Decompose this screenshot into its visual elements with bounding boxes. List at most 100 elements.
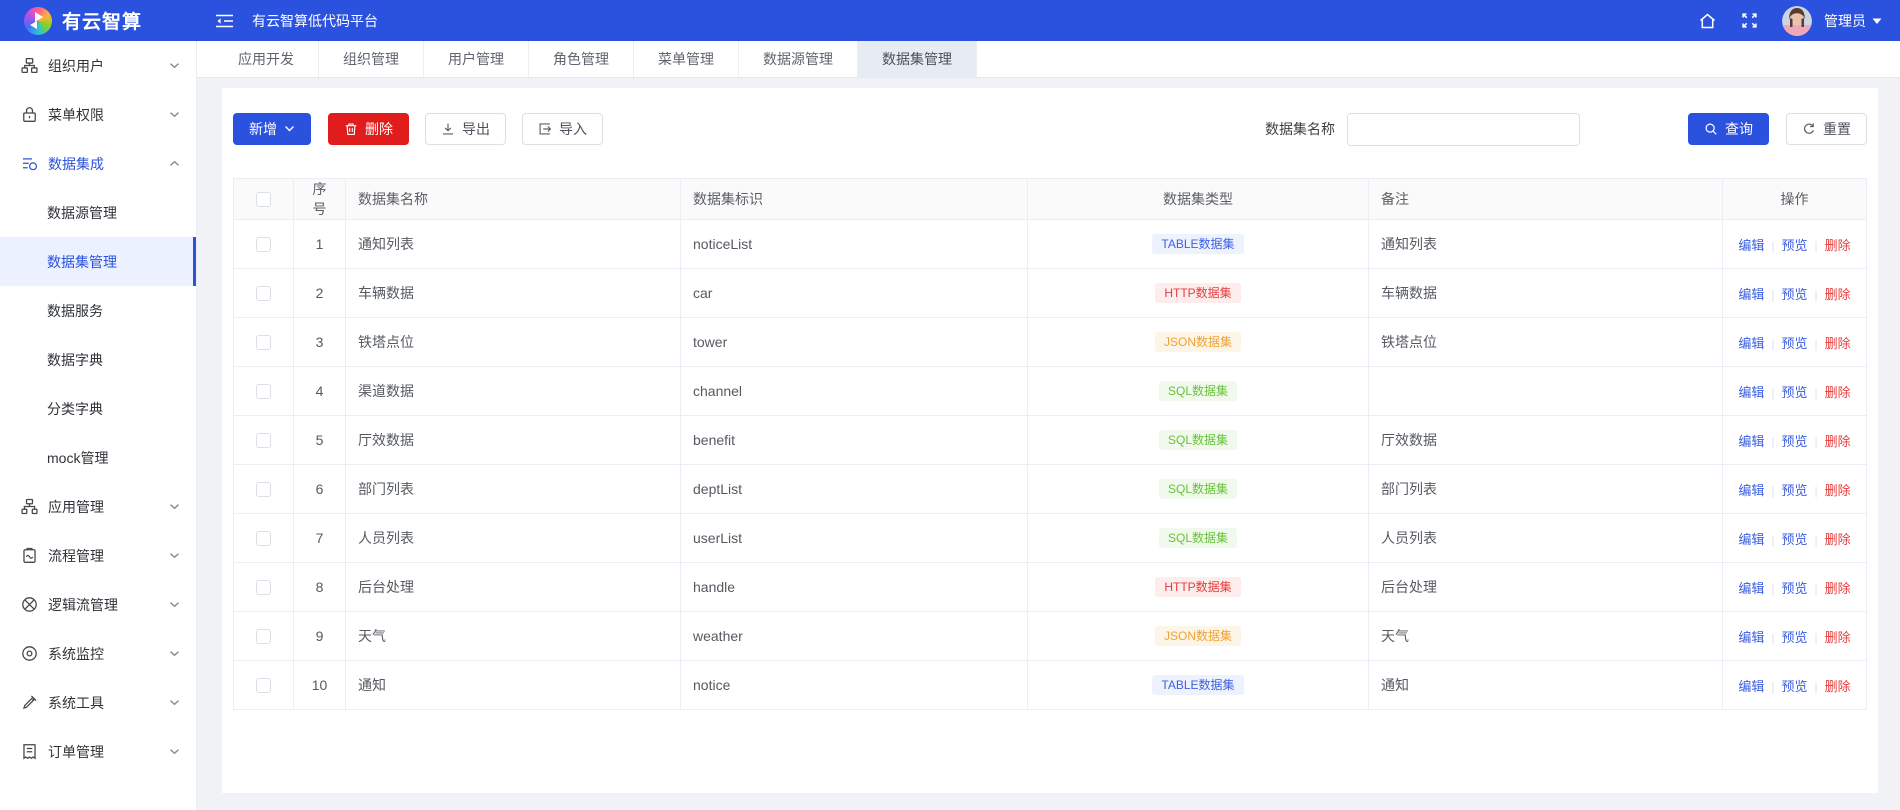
dataset-type-tag: SQL数据集 bbox=[1158, 381, 1237, 401]
delete-link[interactable]: 删除 bbox=[1825, 532, 1851, 547]
sidebar-subitem-分类字典[interactable]: 分类字典 bbox=[0, 384, 196, 433]
preview-link[interactable]: 预览 bbox=[1781, 336, 1807, 351]
tab-角色管理[interactable]: 角色管理 bbox=[529, 41, 634, 77]
preview-link[interactable]: 预览 bbox=[1781, 287, 1807, 302]
edit-link[interactable]: 编辑 bbox=[1738, 679, 1764, 694]
row-checkbox[interactable] bbox=[256, 237, 271, 253]
cell-dataset-name: 通知列表 bbox=[345, 219, 681, 269]
delete-link[interactable]: 删除 bbox=[1825, 287, 1851, 302]
delete-button-label: 删除 bbox=[365, 121, 393, 137]
app-logo-icon bbox=[24, 6, 52, 35]
sidebar-subitem-数据服务[interactable]: 数据服务 bbox=[0, 286, 196, 335]
user-avatar[interactable] bbox=[1782, 5, 1812, 36]
user-menu[interactable]: 管理员 bbox=[1824, 11, 1882, 31]
delete-link[interactable]: 删除 bbox=[1825, 483, 1851, 498]
sidebar-subitem-label: 分类字典 bbox=[47, 400, 103, 417]
preview-link[interactable]: 预览 bbox=[1781, 679, 1807, 694]
import-button[interactable]: 导入 bbox=[522, 113, 603, 145]
cell-remark: 厅效数据 bbox=[1368, 415, 1723, 465]
cell-dataset-name: 人员列表 bbox=[345, 513, 681, 563]
reset-button[interactable]: 重置 bbox=[1786, 113, 1867, 145]
delete-link[interactable]: 删除 bbox=[1825, 581, 1851, 596]
sidebar-item-订单管理[interactable]: 订单管理 bbox=[0, 727, 196, 776]
row-checkbox[interactable] bbox=[256, 531, 271, 547]
tab-数据源管理[interactable]: 数据源管理 bbox=[739, 41, 858, 77]
sidebar-item-数据集成[interactable]: 数据集成 bbox=[0, 139, 196, 188]
row-checkbox[interactable] bbox=[256, 433, 271, 449]
row-checkbox-cell bbox=[233, 366, 294, 416]
edit-link[interactable]: 编辑 bbox=[1738, 238, 1764, 253]
edit-link[interactable]: 编辑 bbox=[1738, 483, 1764, 498]
edit-link[interactable]: 编辑 bbox=[1738, 581, 1764, 596]
edit-link[interactable]: 编辑 bbox=[1738, 385, 1764, 400]
sidebar-collapse-icon[interactable] bbox=[215, 13, 234, 29]
sidebar-subitem-数据字典[interactable]: 数据字典 bbox=[0, 335, 196, 384]
dataset-name-input[interactable] bbox=[1347, 112, 1580, 146]
user-name: 管理员 bbox=[1824, 12, 1866, 29]
edit-link[interactable]: 编辑 bbox=[1738, 336, 1764, 351]
preview-link[interactable]: 预览 bbox=[1781, 483, 1807, 498]
row-checkbox[interactable] bbox=[256, 629, 271, 645]
dataset-type-tag: JSON数据集 bbox=[1154, 332, 1241, 352]
sidebar-subitem-数据源管理[interactable]: 数据源管理 bbox=[0, 188, 196, 237]
tab-菜单管理[interactable]: 菜单管理 bbox=[634, 41, 739, 77]
sidebar-item-label: 组织用户 bbox=[48, 57, 104, 74]
user-caret-icon bbox=[1872, 18, 1882, 24]
home-icon[interactable] bbox=[1698, 12, 1717, 30]
cell-dataset-name: 车辆数据 bbox=[345, 268, 681, 318]
preview-link[interactable]: 预览 bbox=[1781, 385, 1807, 400]
delete-button[interactable]: 删除 bbox=[328, 113, 409, 145]
preview-link[interactable]: 预览 bbox=[1781, 434, 1807, 449]
cell-dataset-type: HTTP数据集 bbox=[1027, 562, 1369, 612]
sidebar-item-逻辑流管理[interactable]: 逻辑流管理 bbox=[0, 580, 196, 629]
sidebar-item-系统监控[interactable]: 系统监控 bbox=[0, 629, 196, 678]
preview-link[interactable]: 预览 bbox=[1781, 238, 1807, 253]
preview-link[interactable]: 预览 bbox=[1781, 581, 1807, 596]
cell-remark: 通知 bbox=[1368, 660, 1723, 710]
cell-dataset-code: channel bbox=[680, 366, 1028, 416]
sidebar-item-label: 菜单权限 bbox=[48, 106, 104, 123]
cell-remark: 部门列表 bbox=[1368, 464, 1723, 514]
sidebar-item-应用管理[interactable]: 应用管理 bbox=[0, 482, 196, 531]
edit-link[interactable]: 编辑 bbox=[1738, 287, 1764, 302]
select-all-checkbox[interactable] bbox=[256, 192, 271, 208]
preview-link[interactable]: 预览 bbox=[1781, 630, 1807, 645]
tab-用户管理[interactable]: 用户管理 bbox=[424, 41, 529, 77]
cell-index: 9 bbox=[293, 611, 346, 661]
row-checkbox[interactable] bbox=[256, 286, 271, 302]
edit-link[interactable]: 编辑 bbox=[1738, 434, 1764, 449]
row-checkbox[interactable] bbox=[256, 580, 271, 596]
sidebar-subitem-数据集管理[interactable]: 数据集管理 bbox=[0, 237, 196, 286]
sidebar-subitem-label: 数据服务 bbox=[47, 302, 103, 319]
query-button[interactable]: 查询 bbox=[1688, 113, 1769, 145]
delete-link[interactable]: 删除 bbox=[1825, 238, 1851, 253]
sidebar-item-流程管理[interactable]: 流程管理 bbox=[0, 531, 196, 580]
delete-link[interactable]: 删除 bbox=[1825, 679, 1851, 694]
edit-link[interactable]: 编辑 bbox=[1738, 532, 1764, 547]
cell-index: 5 bbox=[293, 415, 346, 465]
cell-actions: 编辑 | 预览 | 删除 bbox=[1722, 268, 1867, 318]
row-checkbox-cell bbox=[233, 317, 294, 367]
delete-link[interactable]: 删除 bbox=[1825, 336, 1851, 351]
row-checkbox[interactable] bbox=[256, 384, 271, 400]
sidebar-item-菜单权限[interactable]: 菜单权限 bbox=[0, 90, 196, 139]
tab-数据集管理[interactable]: 数据集管理 bbox=[858, 41, 977, 77]
sidebar-subitem-mock管理[interactable]: mock管理 bbox=[0, 433, 196, 482]
cell-dataset-name: 天气 bbox=[345, 611, 681, 661]
data-integration-icon bbox=[20, 155, 38, 173]
row-checkbox[interactable] bbox=[256, 482, 271, 498]
row-checkbox[interactable] bbox=[256, 335, 271, 351]
row-checkbox[interactable] bbox=[256, 678, 271, 694]
add-button[interactable]: 新增 bbox=[233, 113, 311, 145]
delete-link[interactable]: 删除 bbox=[1825, 434, 1851, 449]
sidebar-item-组织用户[interactable]: 组织用户 bbox=[0, 41, 196, 90]
export-button[interactable]: 导出 bbox=[425, 113, 506, 145]
delete-link[interactable]: 删除 bbox=[1825, 630, 1851, 645]
sidebar-item-系统工具[interactable]: 系统工具 bbox=[0, 678, 196, 727]
tab-应用开发[interactable]: 应用开发 bbox=[214, 41, 319, 77]
fullscreen-icon[interactable] bbox=[1741, 12, 1758, 29]
tab-组织管理[interactable]: 组织管理 bbox=[319, 41, 424, 77]
edit-link[interactable]: 编辑 bbox=[1738, 630, 1764, 645]
preview-link[interactable]: 预览 bbox=[1781, 532, 1807, 547]
delete-link[interactable]: 删除 bbox=[1825, 385, 1851, 400]
